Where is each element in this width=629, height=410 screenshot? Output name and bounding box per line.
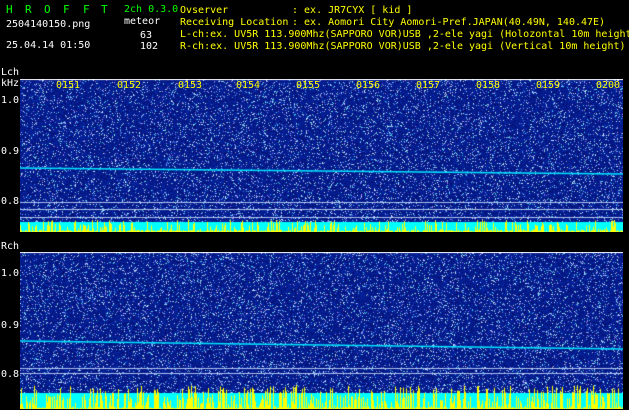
logo-letter: H — [6, 3, 13, 16]
time-tick-label: 0156 — [356, 80, 381, 91]
lch-ylabel: 0.9 — [1, 146, 20, 157]
time-tick-label: 0155 — [296, 80, 321, 91]
time-tick-label: 0153 — [178, 80, 203, 91]
logo-letter: T — [101, 3, 108, 16]
lch-label: Lch — [1, 67, 20, 78]
hroffft-window: H R O F F T 2504140150.png 25.04.14 01:5… — [0, 0, 629, 410]
rch-spectrogram — [20, 252, 623, 409]
time-tick-label: 0159 — [536, 80, 561, 91]
rch-info: R-ch:ex. UV5R 113.900Mhz(SAPPORO VOR)USB… — [180, 41, 626, 52]
rch-meteor-count: 102 — [140, 41, 159, 52]
time-tick-label: 0151 — [56, 80, 81, 91]
lch-meteor-count: 63 — [140, 30, 153, 41]
location-label: Receiving Location — [180, 17, 289, 28]
observer-value: : ex. JR7CYX [ kid ] — [292, 5, 413, 16]
logo-letter: O — [44, 3, 51, 16]
filename-label: 2504140150.png — [6, 19, 91, 30]
time-tick-label: 0200 — [596, 80, 621, 91]
rch-label: Rch — [1, 241, 20, 252]
logo-letter: F — [63, 3, 70, 16]
time-tick-label: 0158 — [476, 80, 501, 91]
lch-spectrogram — [20, 79, 623, 232]
logo-letter: R — [25, 3, 32, 16]
lch-info: L-ch:ex. UV5R 113.900Mhz(SAPPORO VOR)USB… — [180, 29, 629, 40]
rch-ylabel: 0.8 — [1, 369, 20, 380]
observer-label: Ovserver — [180, 5, 229, 16]
time-tick-label: 0154 — [236, 80, 261, 91]
lch-unit-label: kHz — [1, 78, 20, 89]
time-tick-label: 0152 — [117, 80, 142, 91]
meteor-label: meteor — [124, 16, 161, 27]
lch-ylabel: 0.8 — [1, 196, 20, 207]
rch-ylabel: 0.9 — [1, 320, 20, 331]
rch-ylabel: 1.0 — [1, 268, 20, 279]
logo-letter: F — [83, 3, 90, 16]
datetime-label: 25.04.14 01:50 — [6, 40, 91, 51]
mode-label: 2ch 0.3.0 — [124, 4, 179, 15]
lch-ylabel: 1.0 — [1, 95, 20, 106]
location-value: : ex. Aomori City Aomori-Pref.JAPAN(40.4… — [292, 17, 606, 28]
time-tick-label: 0157 — [416, 80, 441, 91]
